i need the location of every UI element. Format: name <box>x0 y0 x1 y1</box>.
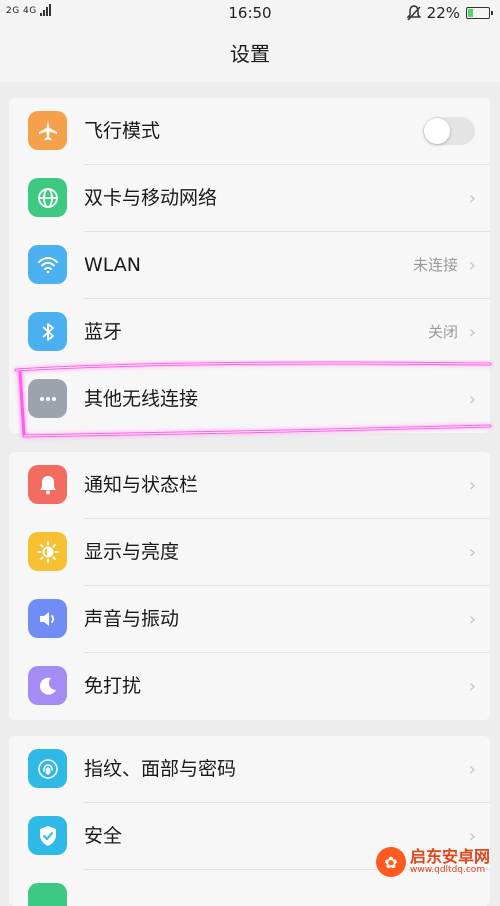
chevron-right-icon: › <box>468 609 476 630</box>
display-brightness-label: 显示与亮度 <box>84 541 180 563</box>
row-fingerprint-face-password[interactable]: 指纹、面部与密码 › <box>9 736 490 803</box>
watermark-logo: ✿ <box>376 847 406 877</box>
airplane-mode-toggle[interactable] <box>423 117 475 145</box>
row-wlan[interactable]: WLAN 未连接 › <box>9 232 490 299</box>
row-other-wireless[interactable]: 其他无线连接 › <box>9 366 490 433</box>
row-sound-vibration[interactable]: 声音与振动 › <box>9 586 490 653</box>
airplane-icon <box>28 111 67 150</box>
row-notifications[interactable]: 通知与状态栏 › <box>9 452 490 519</box>
watermark-title: 启东安卓网 <box>410 847 491 867</box>
bluetooth-label: 蓝牙 <box>84 321 123 343</box>
chevron-right-icon: › <box>468 542 476 563</box>
airplane-mode-label: 飞行模式 <box>84 120 161 142</box>
fingerprint-label: 指纹、面部与密码 <box>84 758 237 780</box>
notification-icon <box>28 465 67 504</box>
chevron-right-icon: › <box>468 676 476 697</box>
bluetooth-status: 关闭 <box>427 323 458 341</box>
page-title: 设置 <box>0 28 500 82</box>
brightness-icon <box>28 532 67 571</box>
chevron-right-icon: › <box>468 759 476 780</box>
chevron-right-icon: › <box>468 255 476 276</box>
row-display-brightness[interactable]: 显示与亮度 › <box>9 519 490 586</box>
row-airplane-mode[interactable]: 飞行模式 <box>9 98 490 165</box>
bluetooth-icon <box>28 312 67 351</box>
row-do-not-disturb[interactable]: 免打扰 › <box>9 653 490 720</box>
wlan-status: 未连接 <box>412 256 458 274</box>
row-dual-sim-network[interactable]: 双卡与移动网络 › <box>9 165 490 232</box>
sound-vibration-label: 声音与振动 <box>84 608 180 630</box>
row-bluetooth[interactable]: 蓝牙 关闭 › <box>9 299 490 366</box>
shield-icon <box>28 816 67 855</box>
chevron-right-icon: › <box>468 389 476 410</box>
app-icon <box>28 883 67 906</box>
globe-icon <box>28 178 67 217</box>
wlan-label: WLAN <box>84 254 142 276</box>
sound-icon <box>28 599 67 638</box>
do-not-disturb-label: 免打扰 <box>84 675 142 697</box>
settings-group-display-sound: 通知与状态栏 › 显示与亮度 › 声音与振动 › 免打扰 › <box>9 452 490 720</box>
watermark-url: www.qdltdq.com <box>410 864 486 875</box>
alarm-off-icon <box>406 5 421 21</box>
chevron-right-icon: › <box>468 475 476 496</box>
site-watermark: ✿ 启东安卓网 www.qdltdq.com <box>376 847 490 877</box>
wifi-icon <box>28 245 67 284</box>
settings-group-security: 指纹、面部与密码 › 安全 › <box>9 736 490 906</box>
fingerprint-icon <box>28 749 67 788</box>
battery-icon <box>466 7 493 19</box>
battery-percent: 22% <box>426 4 460 22</box>
chevron-right-icon: › <box>468 188 476 209</box>
more-icon <box>28 379 67 418</box>
notifications-label: 通知与状态栏 <box>84 474 199 496</box>
chevron-right-icon: › <box>468 322 476 343</box>
settings-group-connectivity: 飞行模式 双卡与移动网络 › WLAN 未连接 › 蓝牙 关闭 › 其他无线连接… <box>9 98 490 433</box>
security-label: 安全 <box>84 825 123 847</box>
dual-sim-label: 双卡与移动网络 <box>84 187 218 209</box>
other-wireless-label: 其他无线连接 <box>84 388 199 410</box>
toggle-knob <box>424 118 450 144</box>
moon-icon <box>28 666 67 705</box>
status-bar: 2G 4G 16:50 22% <box>0 0 500 28</box>
